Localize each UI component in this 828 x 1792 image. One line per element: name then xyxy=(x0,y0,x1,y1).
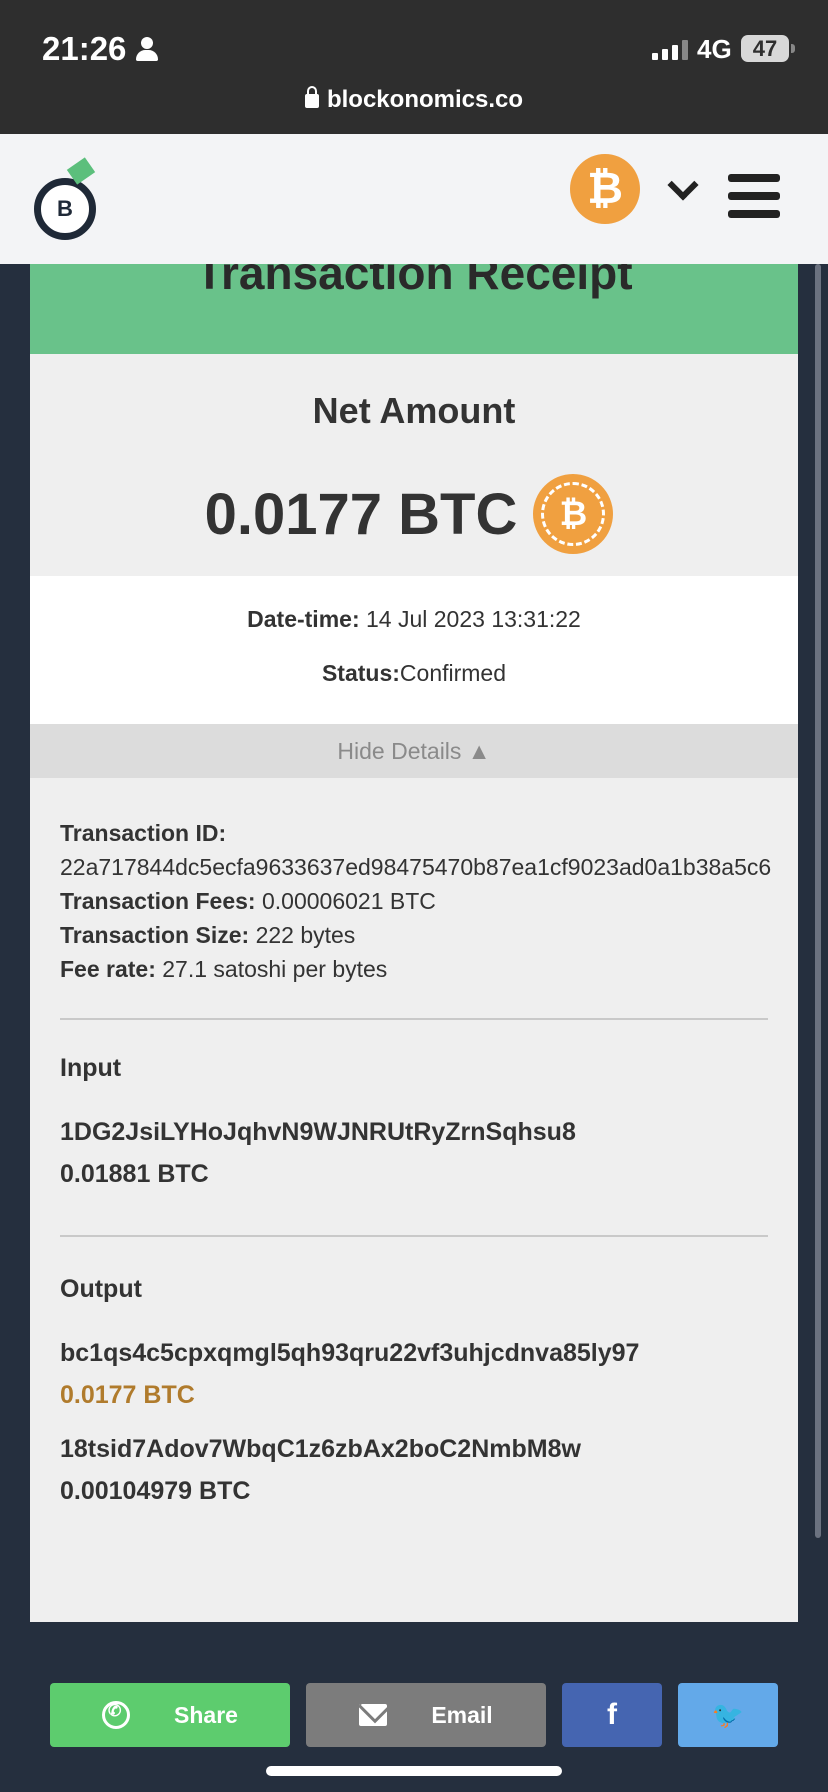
tx-size-row: Transaction Size: 222 bytes xyxy=(60,918,768,952)
tx-id-row: Transaction ID: xyxy=(60,816,768,850)
mail-icon xyxy=(359,1704,388,1726)
tx-id-label: Transaction ID: xyxy=(60,820,227,846)
fee-rate-row: Fee rate: 27.1 satoshi per bytes xyxy=(60,952,768,986)
menu-icon[interactable] xyxy=(728,174,780,220)
chevron-down-icon[interactable] xyxy=(667,169,699,201)
datetime-label: Date-time: xyxy=(247,606,360,632)
datetime-row: Date-time: 14 Jul 2023 13:31:22 xyxy=(30,606,798,633)
hide-details-button[interactable]: Hide Details ▲ xyxy=(30,724,798,778)
whatsapp-icon xyxy=(102,1701,131,1729)
tx-id-value[interactable]: 22a717844dc5ecfa9633637ed98475470b87ea1c… xyxy=(60,850,798,884)
twitter-icon: 🐦 xyxy=(711,1699,745,1730)
net-amount: 0.0177 BTC ₿ xyxy=(30,474,798,554)
email-label: Email xyxy=(431,1701,493,1728)
share-email-button[interactable]: Email xyxy=(306,1683,546,1747)
status-bar: 21:26 4G 47 blockonomics.co xyxy=(0,0,828,134)
tx-size-value: 222 bytes xyxy=(255,922,356,948)
logo-letter: B xyxy=(57,196,73,221)
home-indicator[interactable] xyxy=(266,1766,562,1776)
input-title: Input xyxy=(60,1054,122,1082)
battery-icon: 47 xyxy=(741,35,795,62)
site-header: B ₿ xyxy=(0,134,828,264)
person-icon xyxy=(134,35,160,63)
time-text: 21:26 xyxy=(42,30,127,67)
status-row: Status:Confirmed xyxy=(30,660,798,687)
scrollbar[interactable] xyxy=(815,264,821,1538)
blockonomics-logo[interactable]: B xyxy=(34,178,96,240)
signal-icon xyxy=(652,40,688,60)
output-amount: 0.00104979 BTC xyxy=(60,1477,251,1505)
tx-fees-label: Transaction Fees: xyxy=(60,888,256,914)
input-amount: 0.01881 BTC xyxy=(60,1160,209,1188)
share-whatsapp-button[interactable]: Share xyxy=(50,1683,290,1747)
bitcoin-coin-icon: ₿ xyxy=(533,474,614,554)
address-bar[interactable]: blockonomics.co xyxy=(0,86,828,114)
receipt-card: Transaction Receipt Net Amount 0.0177 BT… xyxy=(30,200,798,1622)
output-amount: 0.0177 BTC xyxy=(60,1381,195,1409)
input-address[interactable]: 1DG2JsiLYHoJqhvN9WJNRUtRyZrnSqhsu8 xyxy=(60,1111,768,1153)
divider xyxy=(60,1018,768,1020)
fee-rate-label: Fee rate: xyxy=(60,956,156,982)
output-title: Output xyxy=(60,1275,142,1303)
details-section: Transaction ID: 22a717844dc5ecfa9633637e… xyxy=(30,778,798,1512)
datetime-value: 14 Jul 2023 13:31:22 xyxy=(366,606,581,632)
status-value: Confirmed xyxy=(399,660,507,686)
share-facebook-button[interactable]: f xyxy=(562,1683,662,1747)
url-text: blockonomics.co xyxy=(326,86,524,113)
output-address[interactable]: 18tsid7Adov7WbqC1z6zbAx2boC2NmbM8w xyxy=(60,1428,768,1470)
coin-symbol: ₿ xyxy=(559,495,588,533)
net-amount-value: 0.0177 BTC xyxy=(204,481,518,547)
fee-rate-value: 27.1 satoshi per bytes xyxy=(162,956,388,982)
clock: 21:26 xyxy=(42,30,160,68)
status-label: Status: xyxy=(321,660,400,686)
facebook-icon: f xyxy=(607,1698,617,1731)
tx-fees-row: Transaction Fees: 0.00006021 BTC xyxy=(60,884,768,918)
tx-fees-value: 0.00006021 BTC xyxy=(261,888,436,914)
share-label: Share xyxy=(174,1701,238,1728)
bitcoin-icon[interactable]: ₿ xyxy=(570,154,640,224)
tx-size-label: Transaction Size: xyxy=(60,922,250,948)
lock-icon xyxy=(304,86,319,108)
share-twitter-button[interactable]: 🐦 xyxy=(678,1683,778,1747)
network-type: 4G xyxy=(697,34,732,64)
divider xyxy=(60,1235,768,1237)
net-amount-section: Net Amount 0.0177 BTC ₿ xyxy=(30,354,798,576)
meta-section: Date-time: 14 Jul 2023 13:31:22 Status:C… xyxy=(30,576,798,724)
net-amount-label: Net Amount xyxy=(312,390,516,431)
output-address[interactable]: bc1qs4c5cpxqmgl5qh93qru22vf3uhjcdnva85ly… xyxy=(60,1332,768,1374)
